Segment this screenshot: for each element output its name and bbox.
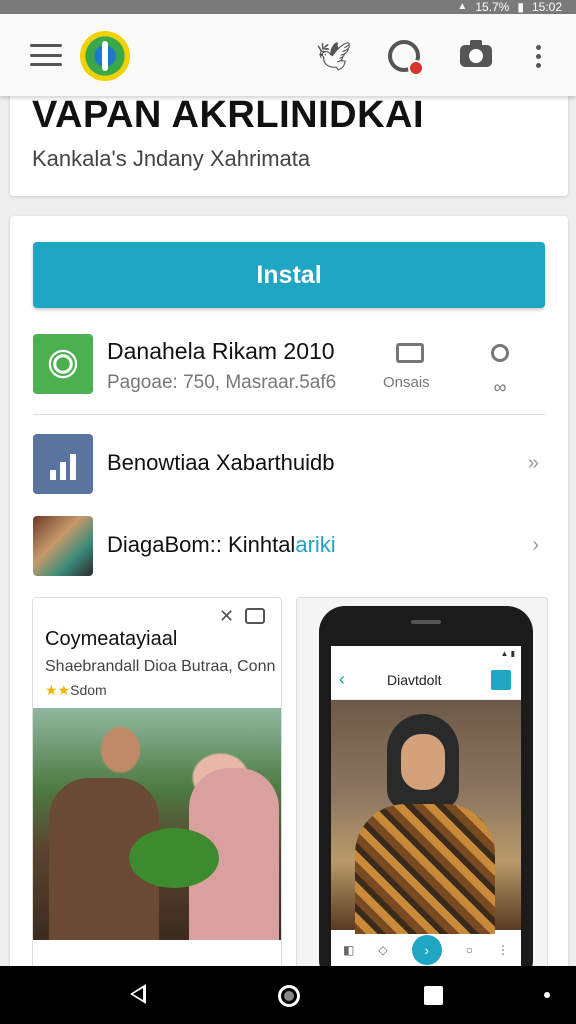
bird-icon[interactable]: 🕊: [314, 36, 354, 76]
page-subtitle: Kankala's Jndany Xahrimata: [32, 146, 311, 171]
thumbnail-image: [33, 516, 93, 576]
image-icon: [245, 608, 265, 624]
camera-icon[interactable]: [456, 36, 496, 76]
screenshot-preview-2[interactable]: ▲ ▮ ‹ Diavtdolt ◧ ◇ › ○ ⋮: [296, 597, 548, 976]
phone-status-bar: ▲ ▮: [331, 646, 521, 660]
recents-icon[interactable]: [424, 986, 443, 1005]
list-item-2[interactable]: DiagaBom:: Kinhtalariki ›: [33, 516, 545, 576]
app-logo: [80, 31, 130, 81]
header-card: VAPAN AKRLINIDKAI Kankala's Jndany Xahri…: [10, 80, 568, 196]
notification-badge: [408, 60, 424, 76]
app-icon: [33, 334, 93, 394]
nav-icon: ⋮: [496, 943, 509, 957]
list-item-label: Benowtiaa Xabarthuidb: [107, 450, 335, 475]
close-icon[interactable]: ✕: [219, 606, 234, 627]
chevron-right-icon: »: [527, 452, 539, 474]
menu-icon[interactable]: [30, 44, 62, 66]
home-icon[interactable]: [278, 985, 300, 1007]
phone-screen: ▲ ▮ ‹ Diavtdolt ◧ ◇ › ○ ⋮: [331, 646, 521, 976]
divider: [33, 414, 545, 415]
settings-icon[interactable]: [485, 338, 515, 368]
back-arrow-icon: ‹: [339, 669, 345, 689]
app-name: Danahela Rikam 2010: [107, 338, 335, 364]
status-bar: ▲ 15.7% ▮ 15:02: [0, 0, 576, 14]
phone-screen-title: Diavtdolt: [387, 672, 442, 688]
battery-icon: ▮: [517, 0, 524, 14]
main-card: Instal Danahela Rikam 2010 Pagoae: 750, …: [10, 216, 568, 976]
more-vert-icon[interactable]: [518, 36, 558, 76]
link-icon[interactable]: ∞: [485, 372, 515, 402]
nav-icon: ◧: [343, 943, 355, 957]
back-icon[interactable]: [130, 984, 146, 1004]
action-icon: [491, 670, 511, 690]
battery-percent: 15.7%: [475, 0, 510, 14]
nav-icon: ○: [465, 943, 473, 957]
install-button[interactable]: Instal: [33, 242, 545, 308]
gear-icon: [53, 354, 73, 374]
preview-title: Coymeatayiaal: [45, 628, 178, 650]
app-bar: 🕊: [0, 14, 576, 96]
preview-photo: [33, 708, 281, 940]
clock: 15:02: [531, 0, 562, 14]
phone-app-bar: ‹ Diavtdolt: [331, 660, 521, 700]
control-label: Onsais: [383, 374, 430, 391]
signal-icon: ▲: [457, 1, 468, 12]
screenshot-preview-1[interactable]: ✕ Coymeatayiaal Shaebrandall Dioa Butraa…: [32, 597, 282, 976]
app-info-row: Danahela Rikam 2010 Pagoae: 750, Masraar…: [33, 334, 545, 397]
list-item-label: DiagaBom:: Kinhtalariki: [107, 532, 336, 557]
phone-mockup: ▲ ▮ ‹ Diavtdolt ◧ ◇ › ○ ⋮: [319, 606, 533, 976]
chevron-right-icon: ›: [532, 534, 539, 556]
phone-bottom-nav: ◧ ◇ › ○ ⋮: [331, 932, 521, 968]
preview-subtitle: Shaebrandall Dioa Butraa, Conn: [45, 658, 276, 675]
chart-icon: [33, 434, 93, 494]
app-meta: Pagoae: 750, Masraar.5af6: [107, 372, 337, 393]
account-icon[interactable]: [384, 36, 424, 76]
list-item-1[interactable]: Benowtiaa Xabarthuidb »: [33, 434, 545, 494]
dot-icon: [544, 992, 550, 998]
phone-photo: [331, 700, 521, 934]
system-nav-bar: [0, 966, 576, 1024]
folder-icon[interactable]: [395, 338, 425, 368]
next-icon: ›: [411, 935, 442, 965]
page-title: VAPAN AKRLINIDKAI: [32, 94, 425, 136]
preview-rating: ★★Sdom: [45, 682, 107, 698]
nav-icon: ◇: [378, 943, 388, 957]
